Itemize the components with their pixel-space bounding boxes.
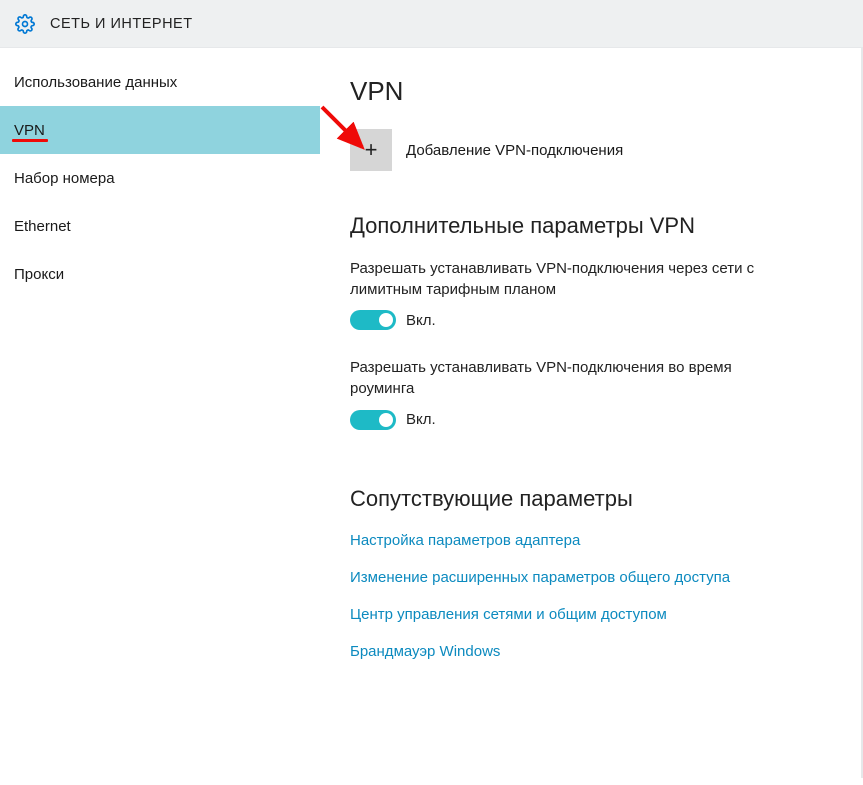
sidebar-item-dialup[interactable]: Набор номера bbox=[0, 154, 320, 202]
gear-icon[interactable] bbox=[14, 13, 36, 35]
sidebar-item-label: Прокси bbox=[14, 266, 64, 283]
advanced-vpn-title: Дополнительные параметры VPN bbox=[350, 213, 843, 239]
metered-setting-label: Разрешать устанавливать VPN-подключения … bbox=[350, 259, 780, 300]
roaming-toggle-row: Вкл. bbox=[350, 410, 843, 430]
link-adapter-settings[interactable]: Настройка параметров адаптера bbox=[350, 532, 843, 549]
link-network-center[interactable]: Центр управления сетями и общим доступом bbox=[350, 606, 843, 623]
metered-toggle-row: Вкл. bbox=[350, 310, 843, 330]
plus-icon: + bbox=[365, 139, 378, 161]
header-title: СЕТЬ И ИНТЕРНЕТ bbox=[50, 16, 193, 32]
sidebar-item-label: Ethernet bbox=[14, 218, 71, 235]
header-bar: СЕТЬ И ИНТЕРНЕТ bbox=[0, 0, 863, 48]
sidebar-item-data-usage[interactable]: Использование данных bbox=[0, 58, 320, 106]
layout: Использование данных VPN Набор номера Et… bbox=[0, 48, 863, 785]
link-firewall[interactable]: Брандмауэр Windows bbox=[350, 643, 843, 660]
add-vpn-row: + Добавление VPN-подключения bbox=[350, 129, 843, 171]
link-advanced-sharing[interactable]: Изменение расширенных параметров общего … bbox=[350, 569, 843, 586]
sidebar-item-label: VPN bbox=[14, 122, 45, 139]
sidebar-item-ethernet[interactable]: Ethernet bbox=[0, 202, 320, 250]
add-vpn-label: Добавление VPN-подключения bbox=[406, 142, 623, 159]
add-vpn-button[interactable]: + bbox=[350, 129, 392, 171]
page-title: VPN bbox=[350, 76, 843, 107]
annotation-underline bbox=[12, 139, 48, 142]
spacer bbox=[350, 458, 843, 486]
content-pane: VPN + Добавление VPN-подключения Дополни… bbox=[320, 48, 863, 785]
roaming-setting-label: Разрешать устанавливать VPN-подключения … bbox=[350, 358, 780, 399]
sidebar: Использование данных VPN Набор номера Et… bbox=[0, 48, 320, 785]
metered-toggle-state: Вкл. bbox=[406, 312, 436, 329]
sidebar-item-proxy[interactable]: Прокси bbox=[0, 250, 320, 298]
roaming-toggle-state: Вкл. bbox=[406, 411, 436, 428]
roaming-toggle[interactable] bbox=[350, 410, 396, 430]
sidebar-item-vpn[interactable]: VPN bbox=[0, 106, 320, 154]
sidebar-item-label: Набор номера bbox=[14, 170, 115, 187]
metered-toggle[interactable] bbox=[350, 310, 396, 330]
related-title: Сопутствующие параметры bbox=[350, 486, 843, 512]
sidebar-item-label: Использование данных bbox=[14, 74, 177, 91]
